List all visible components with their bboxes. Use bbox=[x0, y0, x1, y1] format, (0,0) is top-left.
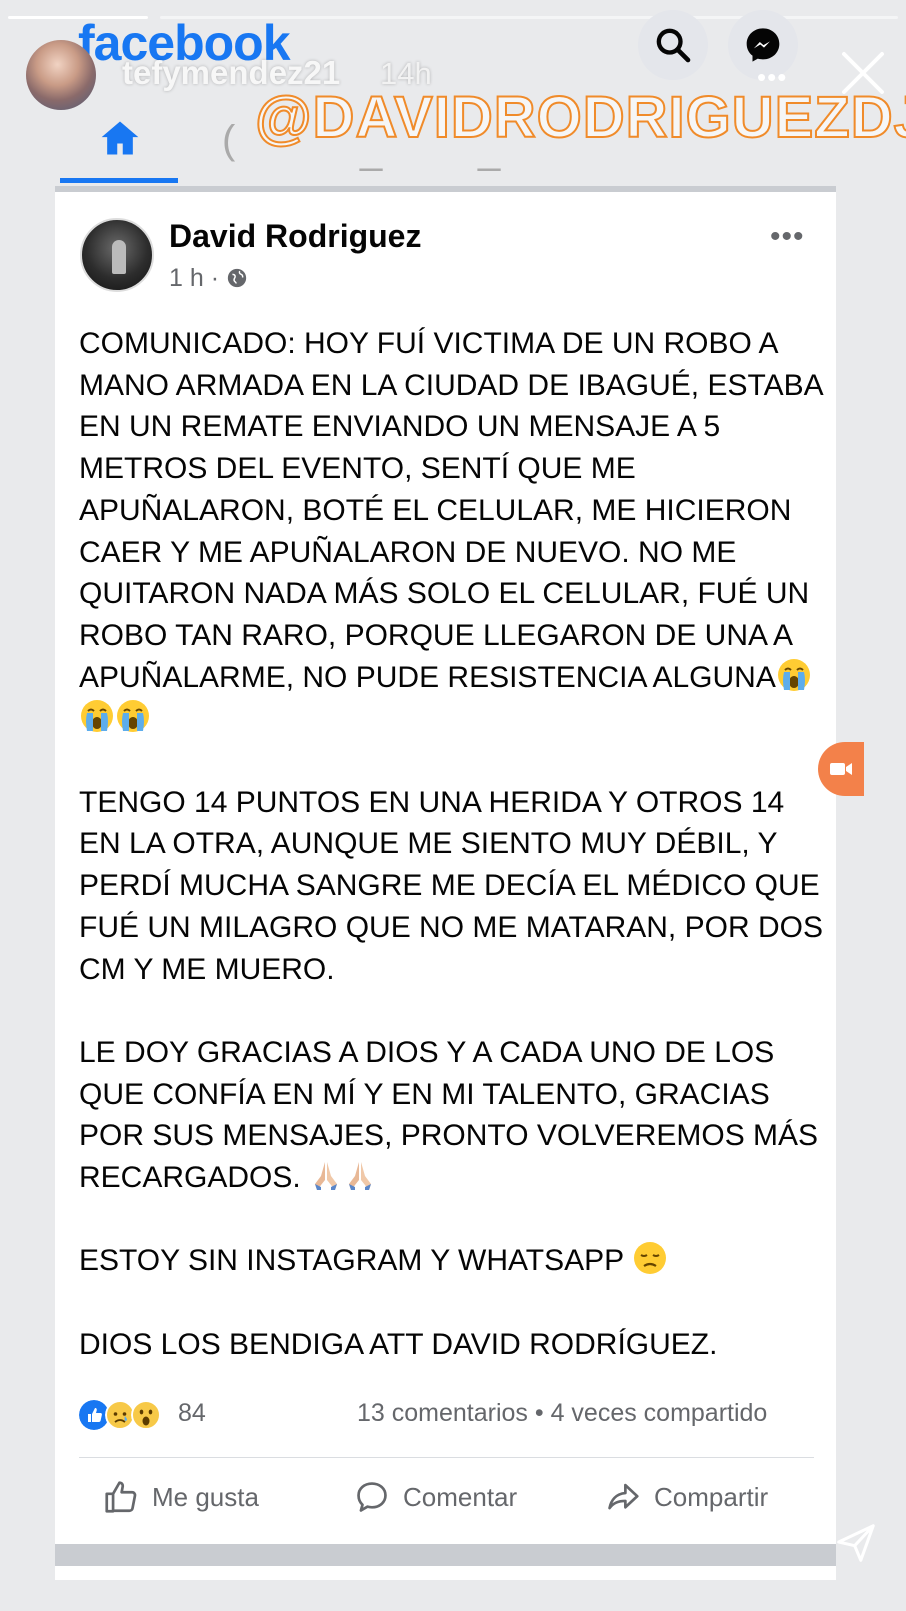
post-meta: 1 h · bbox=[169, 264, 248, 293]
globe-icon bbox=[227, 268, 247, 288]
comment-icon bbox=[357, 1482, 387, 1512]
card-top-border bbox=[55, 186, 836, 192]
disappointed-emoji-icon bbox=[633, 1242, 666, 1275]
mention-sticker[interactable]: @DAVIDRODRIGUEZDJ bbox=[254, 84, 906, 151]
nav-tab-faint-2[interactable]: _ bbox=[360, 128, 382, 173]
video-call-icon bbox=[830, 763, 852, 775]
like-label: Me gusta bbox=[152, 1481, 259, 1512]
post-body: COMUNICADO: HOY FUÍ VICTIMA DE UN ROBO A… bbox=[79, 323, 829, 1366]
post-paragraph-5: DIOS LOS BENDIGA ATT DAVID RODRÍGUEZ. bbox=[79, 1327, 718, 1361]
actions-divider bbox=[79, 1457, 814, 1458]
send-icon[interactable] bbox=[833, 1520, 879, 1566]
post-time: 1 h · bbox=[169, 264, 220, 292]
wow-reaction-icon bbox=[131, 1400, 161, 1430]
share-icon bbox=[608, 1483, 639, 1510]
card-bottom-border bbox=[55, 1544, 836, 1566]
reaction-count[interactable]: 84 bbox=[178, 1399, 206, 1428]
praying-hands-emoji-icon bbox=[315, 1162, 338, 1191]
post-paragraph-4: ESTOY SIN INSTAGRAM Y WHATSAPP bbox=[79, 1244, 624, 1278]
home-tab-indicator bbox=[60, 178, 178, 183]
crying-emoji-icon bbox=[777, 658, 810, 691]
praying-hands-emoji-icon bbox=[349, 1162, 372, 1191]
share-button[interactable]: Compartir bbox=[604, 1478, 768, 1516]
comment-label: Comentar bbox=[403, 1481, 518, 1512]
comment-button[interactable]: Comentar bbox=[353, 1478, 517, 1516]
nav-tab-faint-3[interactable]: _ bbox=[478, 128, 500, 173]
comments-share-count[interactable]: 13 comentarios • 4 veces compartido bbox=[357, 1399, 767, 1428]
video-call-button[interactable] bbox=[818, 742, 864, 796]
like-button[interactable]: Me gusta bbox=[102, 1478, 259, 1516]
crying-emoji-icon bbox=[81, 700, 113, 733]
messenger-icon bbox=[746, 28, 780, 62]
share-label: Compartir bbox=[654, 1481, 769, 1512]
post-paragraph-2: TENGO 14 PUNTOS EN UNA HERIDA Y OTROS 14… bbox=[79, 785, 832, 986]
post-paragraph-1: COMUNICADO: HOY FUÍ VICTIMA DE UN ROBO A… bbox=[79, 327, 831, 694]
post-author-name[interactable]: David Rodriguez bbox=[169, 218, 421, 255]
post-author-avatar[interactable] bbox=[80, 218, 154, 292]
post-more-icon[interactable]: ••• bbox=[770, 220, 805, 254]
search-icon bbox=[656, 28, 691, 63]
story-avatar[interactable] bbox=[26, 40, 96, 110]
home-icon[interactable] bbox=[98, 116, 142, 160]
post-paragraph-3: LE DOY GRACIAS A DIOS Y A CADA UNO DE LO… bbox=[79, 1035, 827, 1195]
thumbs-up-icon bbox=[105, 1481, 137, 1513]
praying-emoji-group bbox=[309, 1161, 377, 1194]
crying-emoji-icon bbox=[117, 700, 149, 733]
nav-tab-faint-1[interactable]: ( bbox=[222, 118, 235, 163]
search-button[interactable] bbox=[638, 10, 708, 80]
